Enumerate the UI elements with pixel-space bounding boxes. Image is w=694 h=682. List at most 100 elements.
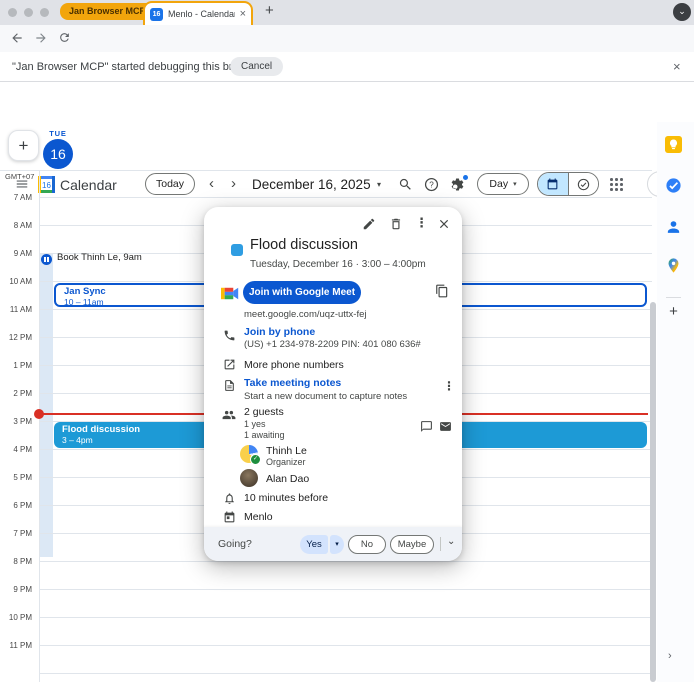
tab-close-icon[interactable]: ×	[240, 8, 246, 20]
take-meeting-notes-link[interactable]: Take meeting notes	[244, 377, 341, 389]
infobar-close-icon[interactable]: ×	[673, 59, 681, 74]
settings-notification-dot	[463, 175, 468, 180]
rsvp-footer: Going? Yes ▾ No Maybe ⌄	[204, 527, 462, 561]
join-meet-button[interactable]: Join with Google Meet	[243, 281, 361, 304]
rsvp-yes-caret-button[interactable]: ▾	[330, 535, 344, 554]
screen: Jan Browser MCP 16 Menlo - Calendar - Tu…	[0, 0, 694, 682]
hour-label: 7 PM	[0, 529, 32, 538]
guests-icon	[222, 408, 236, 422]
guests-awaiting-count: 1 awaiting	[244, 430, 285, 440]
notification-bell-icon	[223, 492, 236, 505]
email-guests-icon[interactable]	[439, 420, 452, 433]
delete-event-icon[interactable]	[389, 217, 403, 231]
google-apps-grid-icon[interactable]	[610, 178, 623, 191]
reminder-text: 10 minutes before	[244, 492, 328, 504]
prev-day-button[interactable]: ‹	[209, 175, 214, 192]
window-minimize-button[interactable]	[24, 8, 33, 17]
hour-gridline	[39, 645, 652, 646]
window-close-button[interactable]	[8, 8, 17, 17]
svg-text:?: ?	[429, 180, 434, 189]
rsvp-no-button[interactable]: No	[348, 535, 386, 554]
hour-label: 3 PM	[0, 417, 32, 426]
tabstrip-chevron-button[interactable]: ⌄	[673, 3, 691, 21]
cancel-debug-button[interactable]: Cancel	[230, 57, 283, 76]
rsvp-more-options-icon[interactable]: ⌄	[447, 536, 455, 547]
maps-icon[interactable]	[665, 257, 682, 274]
view-selector-button[interactable]: Day ▾	[477, 173, 529, 195]
new-tab-button[interactable]: +	[265, 2, 274, 19]
join-by-phone-link[interactable]: Join by phone	[244, 326, 315, 338]
get-addons-button[interactable]: +	[665, 303, 682, 320]
create-event-button[interactable]: +	[8, 130, 39, 161]
tasks-view-toggle[interactable]	[568, 173, 599, 195]
reload-icon[interactable]	[58, 31, 71, 44]
tasks-toggle-icon	[577, 178, 590, 191]
browser-tabstrip: Jan Browser MCP 16 Menlo - Calendar - Tu…	[0, 0, 694, 25]
active-tab[interactable]: 16 Menlo - Calendar - Tuesday, ×	[143, 1, 253, 25]
view-caret-icon: ▾	[513, 180, 517, 188]
going-label: Going?	[218, 538, 252, 550]
browser-toolbar: calendar.google.com/calendar/u/0/r Ask G…	[0, 25, 694, 52]
date-caret-icon[interactable]: ▾	[377, 180, 381, 189]
footer-separator	[440, 537, 441, 551]
appointment-schedule-icon	[41, 254, 52, 265]
hour-label: 8 PM	[0, 557, 32, 566]
hour-label: 11 AM	[0, 305, 32, 314]
hour-gridline	[39, 673, 652, 674]
guest-name: Alan Dao	[266, 473, 309, 485]
rsvp-maybe-button[interactable]: Maybe	[390, 535, 434, 554]
next-day-button[interactable]: ›	[231, 175, 236, 192]
hour-label: 2 PM	[0, 389, 32, 398]
today-button[interactable]: Today	[145, 173, 195, 195]
tab-group-label[interactable]: Jan Browser MCP	[60, 3, 155, 20]
guest-name: Thinh Le	[266, 445, 307, 457]
phone-icon	[223, 329, 236, 342]
forward-icon[interactable]	[34, 31, 48, 45]
hour-label: 10 AM	[0, 277, 32, 286]
open-in-new-icon	[223, 358, 236, 371]
day-number-badge[interactable]: 16	[43, 139, 73, 169]
guests-count: 2 guests	[244, 406, 284, 418]
chat-guests-icon[interactable]	[420, 420, 433, 433]
meet-link-text: meet.google.com/uqz-uttx-fej	[244, 309, 367, 320]
tab-title: Menlo - Calendar - Tuesday,	[168, 9, 235, 19]
hour-gridline	[39, 617, 652, 618]
search-icon[interactable]	[398, 177, 413, 192]
hour-label: 11 PM	[0, 641, 32, 650]
vertical-scrollbar[interactable]	[650, 302, 656, 682]
hour-label: 8 AM	[0, 221, 32, 230]
window-zoom-button[interactable]	[40, 8, 49, 17]
hour-label: 7 AM	[0, 193, 32, 202]
collapse-panel-icon[interactable]: ›	[668, 650, 672, 662]
side-panel-divider	[666, 297, 681, 298]
event-book-thinh-le[interactable]: Book Thinh Le, 9am	[57, 252, 142, 263]
notes-options-icon[interactable]: ⋮	[443, 379, 455, 393]
event-details-popup: ⋮ Flood discussion Tuesday, December 16 …	[204, 207, 462, 561]
tasks-icon[interactable]	[665, 177, 682, 194]
current-date-label[interactable]: December 16, 2025	[252, 177, 371, 192]
popup-event-title: Flood discussion	[250, 237, 358, 253]
close-popup-icon[interactable]	[437, 217, 451, 231]
hour-gridline	[39, 197, 652, 198]
organizer-check-badge: ✓	[250, 454, 261, 465]
svg-text:16: 16	[42, 181, 51, 190]
phone-details: (US) +1 234-978-2209 PIN: 401 080 636#	[244, 339, 421, 350]
calendar-header: 16 Calendar Today ‹ › December 16, 2025 …	[0, 82, 694, 122]
calendar-tasks-toggle	[537, 172, 599, 196]
event-options-icon[interactable]: ⋮	[415, 215, 428, 231]
hour-gridline	[39, 589, 652, 590]
contacts-icon[interactable]	[665, 218, 682, 235]
header-gridline	[0, 170, 652, 171]
edit-event-icon[interactable]	[362, 217, 376, 231]
hour-label: 9 PM	[0, 585, 32, 594]
hour-label: 5 PM	[0, 473, 32, 482]
more-phone-numbers-link[interactable]: More phone numbers	[244, 359, 344, 371]
rsvp-yes-button[interactable]: Yes	[300, 535, 328, 554]
copy-link-icon[interactable]	[435, 284, 449, 298]
working-hours-strip	[40, 253, 53, 557]
calendar-favicon-icon: 16	[150, 8, 163, 21]
help-icon[interactable]: ?	[424, 177, 439, 192]
back-icon[interactable]	[10, 31, 24, 45]
calendar-view-toggle[interactable]	[538, 173, 568, 195]
keep-icon[interactable]	[665, 136, 682, 153]
